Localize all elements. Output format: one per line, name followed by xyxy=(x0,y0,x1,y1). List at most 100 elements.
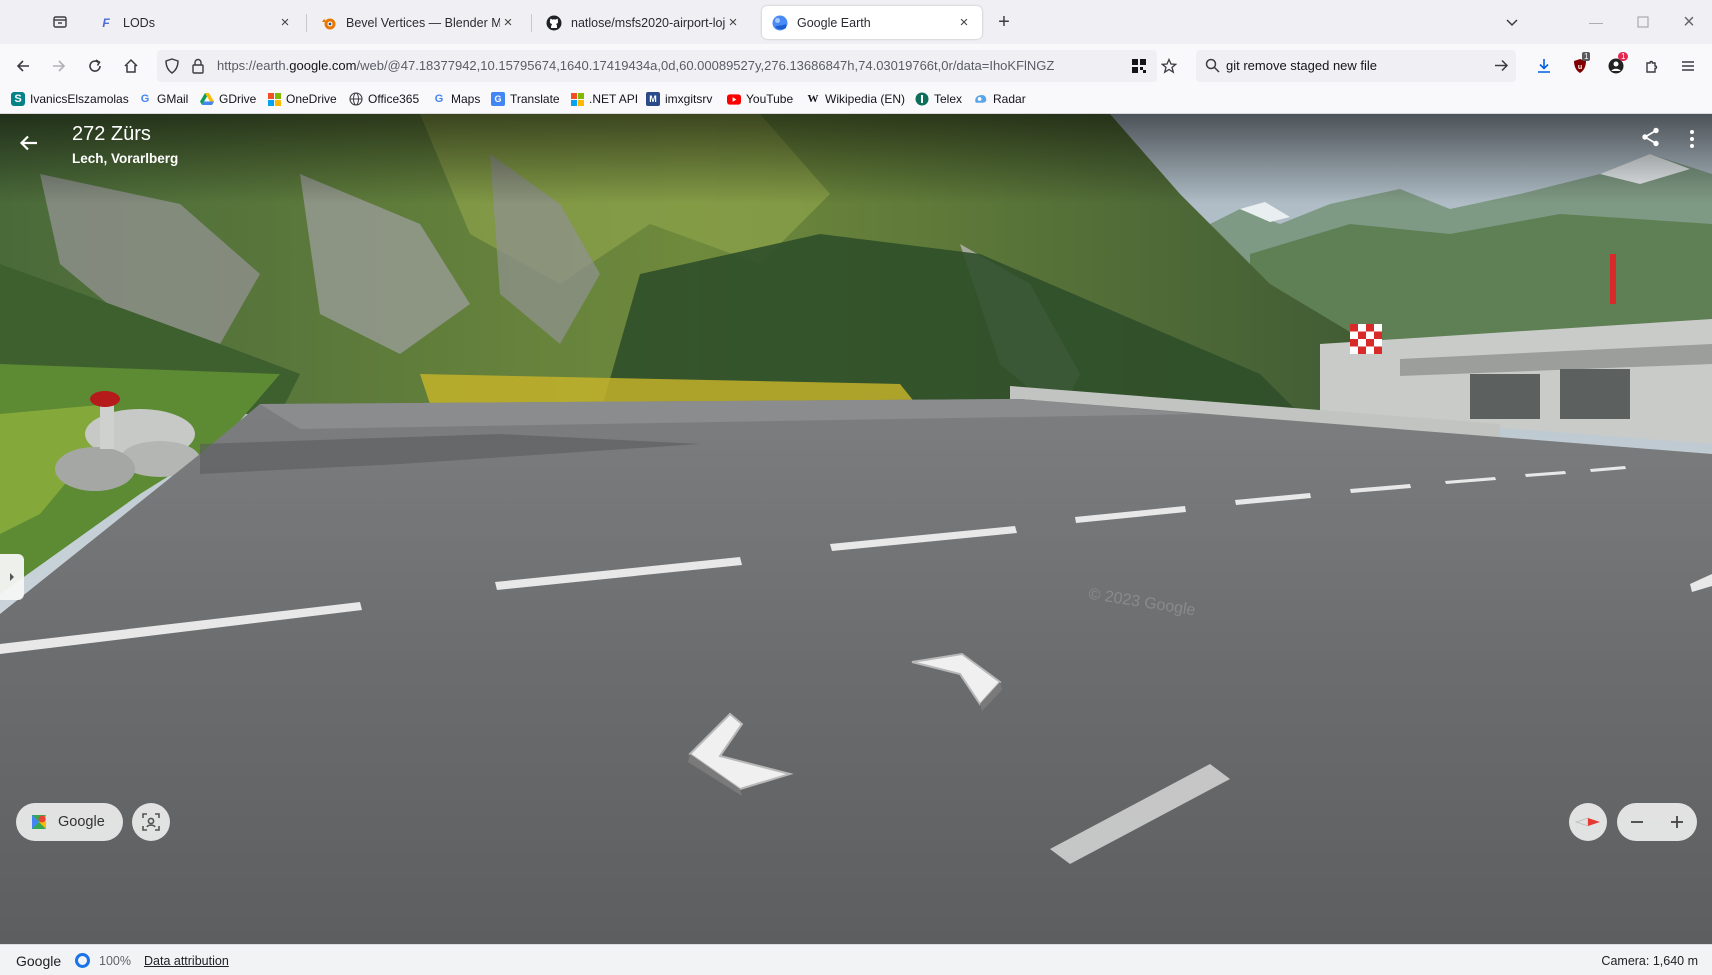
back-icon[interactable] xyxy=(9,52,37,80)
profile-extension-icon[interactable]: 1 xyxy=(1602,52,1630,80)
data-attribution-link[interactable]: Data attribution xyxy=(144,954,229,968)
bookmarks-toolbar: S IvanicsElszamolas G GMail GDrive OneDriv… xyxy=(0,88,1712,114)
search-go-icon[interactable] xyxy=(1494,58,1509,78)
close-tab-icon[interactable]: × xyxy=(277,14,293,31)
zoom-in-button[interactable] xyxy=(1657,803,1697,841)
share-icon[interactable] xyxy=(1640,126,1666,152)
bookmark-item[interactable]: Radar xyxy=(974,92,1026,106)
microsoft-icon xyxy=(267,92,281,106)
plus-icon xyxy=(1671,816,1683,828)
url-domain: google.com xyxy=(289,58,357,73)
back-arrow-icon[interactable] xyxy=(16,130,42,156)
forward-icon[interactable] xyxy=(45,52,73,80)
figma-icon: F xyxy=(102,15,110,30)
bookmark-label: Wikipedia (EN) xyxy=(825,92,906,106)
tab-google-earth[interactable]: Google Earth × xyxy=(762,6,982,39)
focus-icon xyxy=(142,813,160,831)
tab-divider xyxy=(306,14,307,32)
bookmark-item[interactable]: S IvanicsElszamolas xyxy=(11,92,129,106)
home-icon[interactable] xyxy=(117,52,145,80)
camera-altitude: Camera: 1,640 m xyxy=(1601,954,1698,968)
bookmark-item[interactable]: Telex xyxy=(915,92,962,106)
lock-icon[interactable] xyxy=(191,58,205,79)
close-tab-icon[interactable]: × xyxy=(956,14,972,31)
more-options-icon[interactable] xyxy=(1682,126,1702,152)
bookmark-item[interactable]: GDrive xyxy=(200,92,256,106)
downloads-icon[interactable] xyxy=(1530,52,1558,80)
bookmark-item[interactable]: .NET API xyxy=(570,92,638,106)
tab-lods[interactable]: F LODs × xyxy=(88,6,303,39)
bookmark-item[interactable]: OneDrive xyxy=(267,92,337,106)
focus-view-button[interactable] xyxy=(132,803,170,841)
qr-code-icon[interactable] xyxy=(1131,58,1147,79)
bookmark-label: GDrive xyxy=(219,92,257,106)
maximize-button[interactable] xyxy=(1629,8,1657,36)
bookmark-label: Telex xyxy=(934,92,963,106)
youtube-icon xyxy=(727,92,741,106)
search-input[interactable]: git remove staged new file xyxy=(1226,58,1377,73)
url-text[interactable]: https://earth.google.com/web/@47.1837794… xyxy=(217,58,1117,73)
minus-icon xyxy=(1631,821,1643,823)
compass-button[interactable] xyxy=(1569,803,1607,841)
header-gradient xyxy=(0,114,1712,204)
tab-title: LODs xyxy=(123,15,155,30)
profile-badge: 1 xyxy=(1618,52,1629,61)
url-prefix: https://earth. xyxy=(217,58,290,73)
bookmark-item[interactable]: G GMail xyxy=(138,92,189,106)
bookmark-item[interactable]: YouTube xyxy=(727,92,793,106)
reload-icon[interactable] xyxy=(81,52,109,80)
sharepoint-icon: S xyxy=(11,92,25,106)
minimize-button[interactable]: — xyxy=(1582,8,1610,36)
bookmark-item[interactable]: W Wikipedia (EN) xyxy=(806,92,906,106)
tracking-protection-shield-icon[interactable] xyxy=(164,58,180,79)
bookmark-label: Radar xyxy=(993,92,1026,106)
expand-panel-button[interactable] xyxy=(0,554,24,600)
ublock-origin-icon[interactable]: u 1 xyxy=(1566,52,1594,80)
translate-icon: G xyxy=(491,92,505,106)
street-view-panorama[interactable]: © 2023 Google 272 Zürs Lech, Vorarlberg … xyxy=(0,114,1712,944)
github-icon xyxy=(546,15,562,31)
globe-icon xyxy=(349,92,363,106)
zoom-out-button[interactable] xyxy=(1617,803,1657,841)
search-bar[interactable]: git remove staged new file xyxy=(1196,50,1516,82)
tab-strip: F LODs × Bevel Vertices — Blender Manual… xyxy=(0,0,1712,44)
address-bar[interactable]: https://earth.google.com/web/@47.1837794… xyxy=(157,50,1157,82)
loading-indicator-icon xyxy=(75,953,90,968)
bookmark-label: Translate xyxy=(510,92,560,106)
place-title: 272 Zürs xyxy=(72,123,151,145)
close-window-button[interactable]: × xyxy=(1675,8,1703,36)
radar-icon xyxy=(974,92,988,106)
gdrive-icon xyxy=(200,92,214,106)
tab-title: Bevel Vertices — Blender Manual xyxy=(346,15,500,30)
google-maps-pin-icon xyxy=(30,813,48,831)
extensions-puzzle-icon[interactable] xyxy=(1638,52,1666,80)
loading-percent: 100% xyxy=(99,954,131,968)
tab-blender-manual[interactable]: Bevel Vertices — Blender Manual × xyxy=(311,6,526,39)
bookmark-item[interactable]: G Maps xyxy=(432,92,481,106)
panorama-image xyxy=(0,114,1712,944)
blender-icon xyxy=(321,15,337,31)
google-chip-label: Google xyxy=(58,814,105,830)
google-maps-chip[interactable]: Google xyxy=(16,803,123,841)
bookmark-star-icon[interactable] xyxy=(1155,52,1183,80)
tab-title: Google Earth xyxy=(797,15,871,30)
close-tab-icon[interactable]: × xyxy=(500,14,516,31)
close-tab-icon[interactable]: × xyxy=(725,14,741,31)
new-tab-button[interactable]: + xyxy=(990,8,1018,36)
bookmark-item[interactable]: Office365 xyxy=(349,92,419,106)
bookmark-item[interactable]: G Translate xyxy=(491,92,560,106)
bookmark-label: GMail xyxy=(157,92,189,106)
svg-text:u: u xyxy=(1578,64,1582,71)
hamburger-menu-icon[interactable] xyxy=(1674,52,1702,80)
ublock-badge: 1 xyxy=(1582,52,1591,61)
list-all-tabs-icon[interactable] xyxy=(1498,8,1526,36)
search-icon xyxy=(1205,58,1220,78)
tab-github[interactable]: natlose/msfs2020-airport-lojw × xyxy=(536,6,751,39)
bookmark-item[interactable]: Mimxgitsrv xyxy=(646,92,712,106)
chevron-right-icon xyxy=(10,573,14,581)
google-icon: G xyxy=(140,93,150,105)
bookmark-label: Maps xyxy=(451,92,481,106)
firefox-view-icon[interactable] xyxy=(46,8,74,36)
bookmark-label: OneDrive xyxy=(286,92,337,106)
bookmark-label: imxgitsrv xyxy=(665,92,713,106)
